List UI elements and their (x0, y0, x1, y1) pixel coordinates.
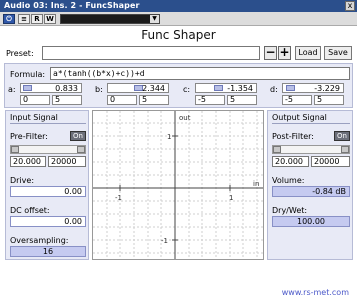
divider (272, 123, 350, 124)
drive-slider[interactable]: 0.00 (10, 186, 86, 197)
preset-previous-button[interactable]: − (264, 46, 277, 60)
range-handle-low[interactable] (11, 146, 19, 153)
transfer-function-plot: out in -1 1 1 -1 (92, 110, 264, 260)
param-d-value: -3.229 (314, 84, 340, 93)
param-b-label: b: (95, 85, 103, 94)
slider-thumb[interactable] (23, 85, 32, 91)
close-button[interactable]: x (345, 1, 355, 11)
param-b-value: 2.344 (142, 84, 165, 93)
param-a: a: 0.833 0 5 (8, 83, 86, 107)
save-button[interactable]: Save (324, 46, 352, 60)
plot-svg: out in -1 1 1 -1 (93, 111, 263, 259)
param-c-max[interactable]: 5 (227, 95, 257, 105)
formula-label: Formula: (10, 70, 46, 79)
grid (93, 111, 263, 259)
prefilter-label: Pre-Filter: (10, 132, 48, 141)
volume-slider[interactable]: -0.84 dB (272, 186, 350, 197)
drywet-label: Dry/Wet: (272, 206, 308, 215)
param-a-value: 0.833 (55, 84, 78, 93)
y-axis-label: out (179, 114, 191, 122)
slider-thumb[interactable] (214, 85, 223, 91)
param-b: b: 2.344 0 5 (95, 83, 173, 107)
read-automation-button[interactable]: R (31, 14, 43, 24)
load-button[interactable]: Load (295, 46, 321, 60)
x-axis-label: in (253, 180, 259, 188)
prefilter-range-slider[interactable] (10, 145, 86, 154)
postfilter-toggle[interactable]: On (334, 131, 350, 141)
param-b-max[interactable]: 5 (139, 95, 169, 105)
tick-label-y-min: -1 (161, 237, 168, 245)
param-c-slider[interactable]: -1.354 (195, 83, 257, 93)
preset-label: Preset: (6, 49, 34, 58)
postfilter-low-field[interactable]: 20.000 (272, 156, 309, 167)
tick-label-x-max: 1 (229, 194, 233, 202)
param-a-label: a: (8, 85, 16, 94)
drive-label: Drive: (10, 176, 35, 185)
prefilter-low-field[interactable]: 20.000 (10, 156, 46, 167)
preset-next-button[interactable]: + (278, 46, 291, 60)
param-d-slider[interactable]: -3.229 (282, 83, 344, 93)
power-button[interactable]: ⏻ (3, 14, 15, 24)
param-a-min[interactable]: 0 (20, 95, 50, 105)
oversampling-slider[interactable]: 16 (10, 246, 86, 257)
param-c-label: c: (183, 85, 191, 94)
tick-label-y-max: 1 (167, 133, 171, 141)
footer: www.rs-met.com (0, 260, 357, 300)
volume-label: Volume: (272, 176, 305, 185)
output-signal-title: Output Signal (272, 113, 327, 122)
postfilter-high-field[interactable]: 20000 (311, 156, 350, 167)
window-title: Audio 03: Ins. 2 - FuncShaper (4, 1, 140, 10)
input-signal-panel: Input Signal Pre-Filter: On 20.000 20000… (5, 110, 89, 260)
postfilter-label: Post-Filter: (272, 132, 314, 141)
range-handle-high[interactable] (77, 146, 85, 153)
param-c-value: -1.354 (227, 84, 253, 93)
param-a-slider[interactable]: 0.833 (20, 83, 82, 93)
dc-offset-slider[interactable]: 0.00 (10, 216, 86, 227)
host-preset-selector[interactable]: ▼ (60, 14, 160, 24)
postfilter-range-slider[interactable] (272, 145, 350, 154)
host-toolbar: ⏻ ≡ R W ▼ (0, 12, 357, 26)
param-b-slider[interactable]: 2.344 (107, 83, 169, 93)
param-d-min[interactable]: -5 (282, 95, 312, 105)
tick-label-x-min: -1 (115, 194, 122, 202)
prefilter-high-field[interactable]: 20000 (48, 156, 86, 167)
output-signal-panel: Output Signal Post-Filter: On 20.000 200… (267, 110, 353, 260)
drywet-slider[interactable]: 100.00 (272, 216, 350, 227)
website-link[interactable]: www.rs-met.com (282, 288, 349, 297)
oversampling-label: Oversampling: (10, 236, 69, 245)
input-signal-title: Input Signal (10, 113, 58, 122)
prefilter-toggle[interactable]: On (70, 131, 86, 141)
write-automation-button[interactable]: W (44, 14, 56, 24)
param-b-min[interactable]: 0 (107, 95, 137, 105)
param-a-max[interactable]: 5 (52, 95, 82, 105)
slider-thumb[interactable] (286, 85, 295, 91)
window-titlebar: Audio 03: Ins. 2 - FuncShaper x (0, 0, 357, 12)
param-c: c: -1.354 -5 5 (183, 83, 261, 107)
range-handle-high[interactable] (341, 146, 349, 153)
formula-field[interactable]: a*(tanh((b*x)+c))+d (50, 67, 350, 80)
chevron-down-icon[interactable]: ▼ (150, 15, 159, 23)
preset-field[interactable] (42, 46, 260, 60)
param-c-min[interactable]: -5 (195, 95, 225, 105)
dc-offset-label: DC offset: (10, 206, 50, 215)
plugin-title: Func Shaper (141, 28, 216, 42)
list-button[interactable]: ≡ (18, 14, 30, 24)
range-handle-low[interactable] (273, 146, 281, 153)
param-d-max[interactable]: 5 (314, 95, 344, 105)
param-d-label: d: (270, 85, 278, 94)
param-d: d: -3.229 -5 5 (270, 83, 348, 107)
divider (10, 123, 86, 124)
